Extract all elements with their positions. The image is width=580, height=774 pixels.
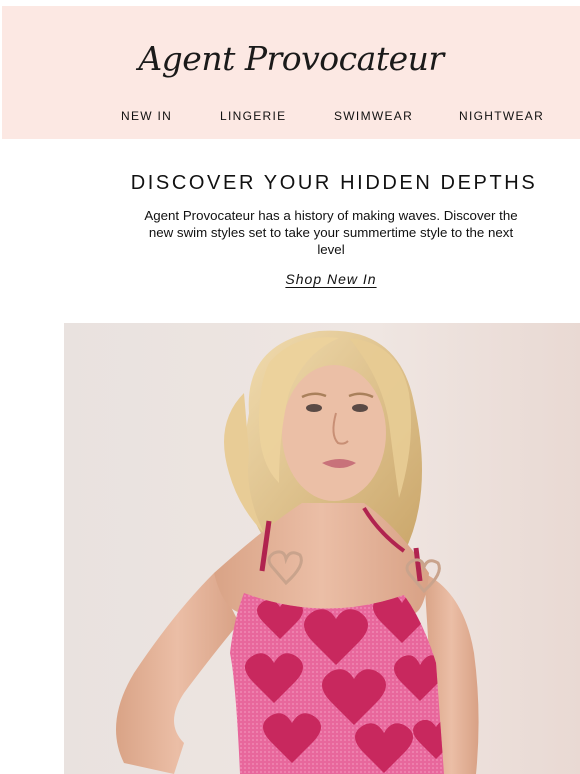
header-banner: Agent Provocateur NEW IN LINGERIE SWIMWE… <box>2 6 580 139</box>
brand-logo[interactable]: Agent Provocateur <box>2 39 580 78</box>
email-page: Agent Provocateur NEW IN LINGERIE SWIMWE… <box>0 0 580 774</box>
hero-title: DISCOVER YOUR HIDDEN DEPTHS <box>130 172 538 194</box>
hero-description: Agent Provocateur has a history of makin… <box>144 208 518 257</box>
model-illustration <box>64 323 580 774</box>
nav-item-nightwear[interactable]: NIGHTWEAR <box>459 109 544 123</box>
nav-item-new-in[interactable]: NEW IN <box>121 109 172 123</box>
nav-item-swimwear[interactable]: SWIMWEAR <box>334 109 413 123</box>
left-eye <box>306 404 322 412</box>
right-eye <box>352 404 368 412</box>
nav-item-lingerie[interactable]: LINGERIE <box>220 109 286 123</box>
shop-new-in-link[interactable]: Shop New In <box>285 271 376 287</box>
hero-photo[interactable] <box>64 323 580 774</box>
main-nav: NEW IN LINGERIE SWIMWEAR NIGHTWEAR <box>2 109 580 125</box>
cta-container: Shop New In <box>0 271 580 289</box>
